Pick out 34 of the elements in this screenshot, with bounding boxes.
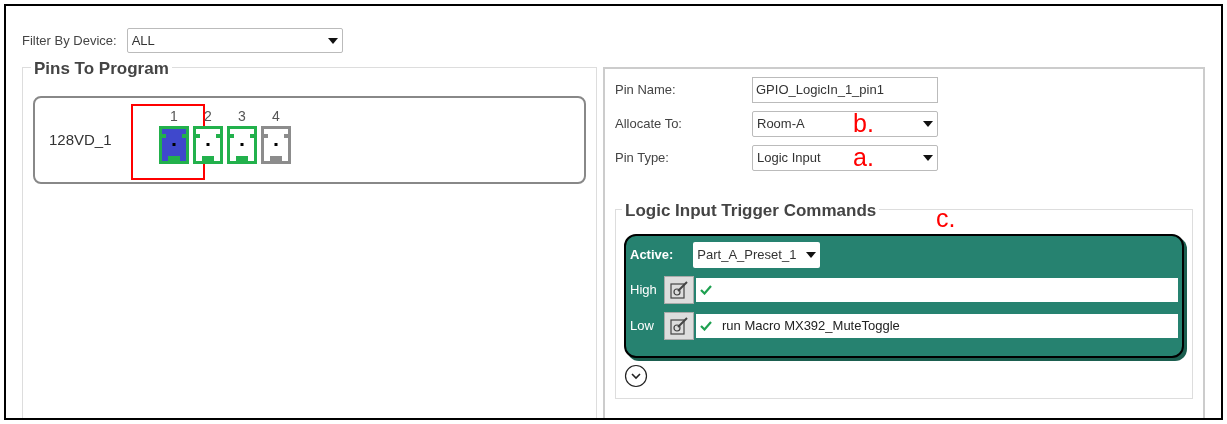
pin-name-field[interactable]: GPIO_LogicIn_1_pin1 bbox=[752, 77, 938, 103]
field-label: Pin Type: bbox=[615, 149, 670, 168]
pen-icon bbox=[669, 316, 689, 336]
pen-icon bbox=[669, 280, 689, 300]
field-label: Allocate To: bbox=[615, 115, 683, 134]
annotation-letter: b. bbox=[853, 109, 874, 137]
pin-number: 4 bbox=[272, 108, 280, 124]
pin-icon[interactable] bbox=[227, 126, 257, 164]
pin-icon[interactable] bbox=[159, 126, 189, 164]
preset-dropdown[interactable]: Part_A_Preset_1 bbox=[693, 242, 821, 268]
command-label: High bbox=[630, 281, 658, 300]
caret-icon bbox=[923, 121, 933, 127]
caret-icon bbox=[327, 37, 338, 44]
pin-icon[interactable] bbox=[193, 126, 223, 164]
dropdown[interactable]: Logic Input a. bbox=[752, 145, 938, 171]
annotation-letter: c. bbox=[936, 204, 956, 232]
command-field[interactable] bbox=[696, 278, 1178, 302]
expand-icon[interactable] bbox=[624, 364, 648, 388]
command-label: Low bbox=[630, 317, 655, 336]
edit-command-button[interactable] bbox=[664, 276, 694, 304]
caret-icon bbox=[923, 155, 933, 161]
pin-icon[interactable] bbox=[261, 126, 291, 164]
dropdown[interactable]: Room-A b. bbox=[752, 111, 938, 137]
pin-number: 1 bbox=[170, 108, 178, 124]
annotation-letter: a. bbox=[853, 143, 874, 171]
filter-label: Filter By Device: bbox=[22, 31, 117, 50]
pin-number: 3 bbox=[238, 108, 246, 124]
device-name: 128VD_1 bbox=[49, 129, 113, 150]
device-filter-dropdown[interactable]: ALL bbox=[126, 28, 343, 53]
active-label: Active: bbox=[630, 246, 674, 265]
edit-command-button[interactable] bbox=[664, 312, 694, 340]
command-field[interactable]: run Macro MX392_MuteToggle bbox=[696, 314, 1178, 338]
caret-icon bbox=[806, 252, 817, 258]
field-label: Pin Name: bbox=[615, 81, 677, 100]
